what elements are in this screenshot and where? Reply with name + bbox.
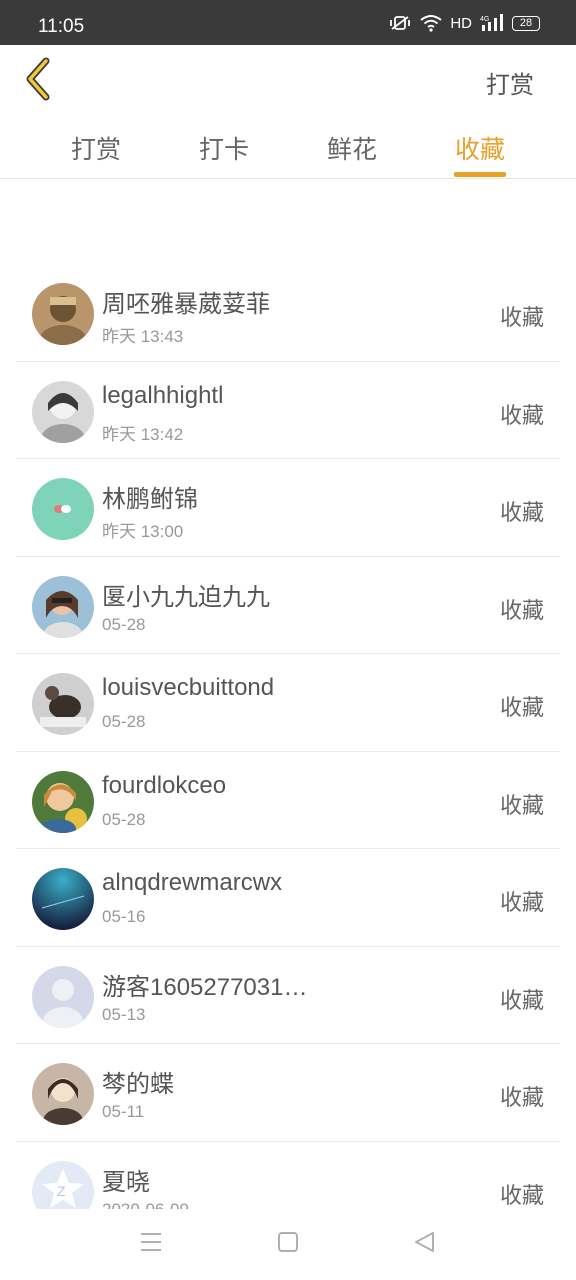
tab-bar: 打赏 打卡 鲜花 收藏 <box>0 115 576 179</box>
list-item[interactable]: 棽的蝶 05-11 收藏 <box>16 1044 560 1142</box>
action-label: 收藏 <box>499 988 544 1014</box>
avatar: Z <box>32 1160 94 1209</box>
back-triangle-icon[interactable] <box>413 1231 435 1257</box>
user-name: 夏晓 <box>102 1168 150 1196</box>
back-button[interactable] <box>20 57 60 101</box>
list-item[interactable]: louisvecbuittond 05-28 收藏 <box>16 654 560 752</box>
timestamp: 05-16 <box>102 907 146 926</box>
tab-favorites[interactable]: 收藏 <box>455 130 505 166</box>
action-label: 收藏 <box>499 1183 544 1209</box>
action-label: 收藏 <box>499 1086 544 1111</box>
timestamp: 05-13 <box>102 1004 146 1024</box>
list-item[interactable]: 匽小九九迫九九 05-28 收藏 <box>16 557 560 654</box>
favorites-list[interactable]: 周呸雅暴葳荽菲 昨天 13:43 收藏 legalhhightl 昨天 13:4… <box>0 264 576 1209</box>
user-name: 匽小九九迫九九 <box>102 583 270 611</box>
action-label: 收藏 <box>499 891 544 916</box>
user-name: 游客1605277031… <box>102 973 308 1001</box>
reward-button[interactable]: 打赏 <box>486 65 534 100</box>
nav-bar: 打赏 <box>0 45 576 115</box>
avatar <box>32 1063 94 1125</box>
avatar <box>32 380 94 443</box>
status-time: 11:05 <box>38 16 85 37</box>
user-name: 林鹏鲋锦 <box>102 486 198 513</box>
avatar <box>32 770 94 833</box>
vibrate-icon <box>388 14 412 32</box>
tab-reward[interactable]: 打赏 <box>71 130 121 166</box>
action-label: 收藏 <box>499 306 544 331</box>
signal-icon: 4G <box>480 14 504 32</box>
list-item[interactable]: alnqdrewmarcwx 05-16 收藏 <box>16 849 560 947</box>
timestamp: 昨天 13:43 <box>102 327 184 346</box>
status-bar: 11:05 HD 4G 28 <box>0 0 576 45</box>
tab-checkin[interactable]: 打卡 <box>199 130 249 166</box>
home-square-icon[interactable] <box>277 1231 299 1257</box>
active-tab-indicator <box>454 172 506 177</box>
avatar <box>32 575 94 638</box>
user-name: legalhhightl <box>102 381 224 409</box>
action-label: 收藏 <box>499 598 544 624</box>
action-label: 收藏 <box>499 403 544 429</box>
svg-text:4G: 4G <box>480 16 489 23</box>
user-name: 棽的蝶 <box>102 1071 174 1098</box>
system-nav-bar <box>0 1209 576 1280</box>
action-label: 收藏 <box>499 501 544 526</box>
action-label: 收藏 <box>499 696 544 721</box>
network-label: HD <box>450 14 472 32</box>
timestamp: 05-28 <box>102 809 146 829</box>
list-item[interactable]: 游客1605277031… 05-13 收藏 <box>16 947 560 1044</box>
avatar <box>32 283 94 345</box>
list-item[interactable]: legalhhightl 昨天 13:42 收藏 <box>16 362 560 459</box>
timestamp: 05-28 <box>102 614 146 634</box>
timestamp: 05-11 <box>102 1102 145 1121</box>
timestamp: 昨天 13:00 <box>102 522 184 541</box>
list-item[interactable]: 周呸雅暴葳荽菲 昨天 13:43 收藏 <box>16 264 560 362</box>
list-item[interactable]: 林鹏鲋锦 昨天 13:00 收藏 <box>16 459 560 557</box>
user-name: louisvecbuittond <box>102 674 275 701</box>
chevron-left-icon <box>26 57 50 101</box>
svg-text:Z: Z <box>57 1183 66 1199</box>
timestamp: 昨天 13:42 <box>102 424 184 444</box>
avatar <box>32 673 94 735</box>
avatar <box>32 478 94 540</box>
user-name: fourdlokceo <box>102 771 227 799</box>
list-item[interactable]: fourdlokceo 05-28 收藏 <box>16 752 560 849</box>
list-item[interactable]: Z 夏晓 2020-06-09 收藏 <box>16 1142 560 1210</box>
menu-icon[interactable] <box>140 1231 162 1257</box>
battery-icon: 28 <box>512 15 540 31</box>
action-label: 收藏 <box>499 793 544 819</box>
user-name: 周呸雅暴葳荽菲 <box>102 291 270 318</box>
avatar <box>32 868 94 930</box>
status-icons: HD 4G 28 <box>388 14 540 32</box>
timestamp: 05-28 <box>102 712 146 731</box>
user-name: alnqdrewmarcwx <box>102 869 283 896</box>
timestamp: 2020-06-09 <box>102 1199 189 1210</box>
wifi-icon <box>420 14 442 32</box>
avatar <box>32 965 94 1028</box>
tab-flowers[interactable]: 鲜花 <box>327 130 377 166</box>
